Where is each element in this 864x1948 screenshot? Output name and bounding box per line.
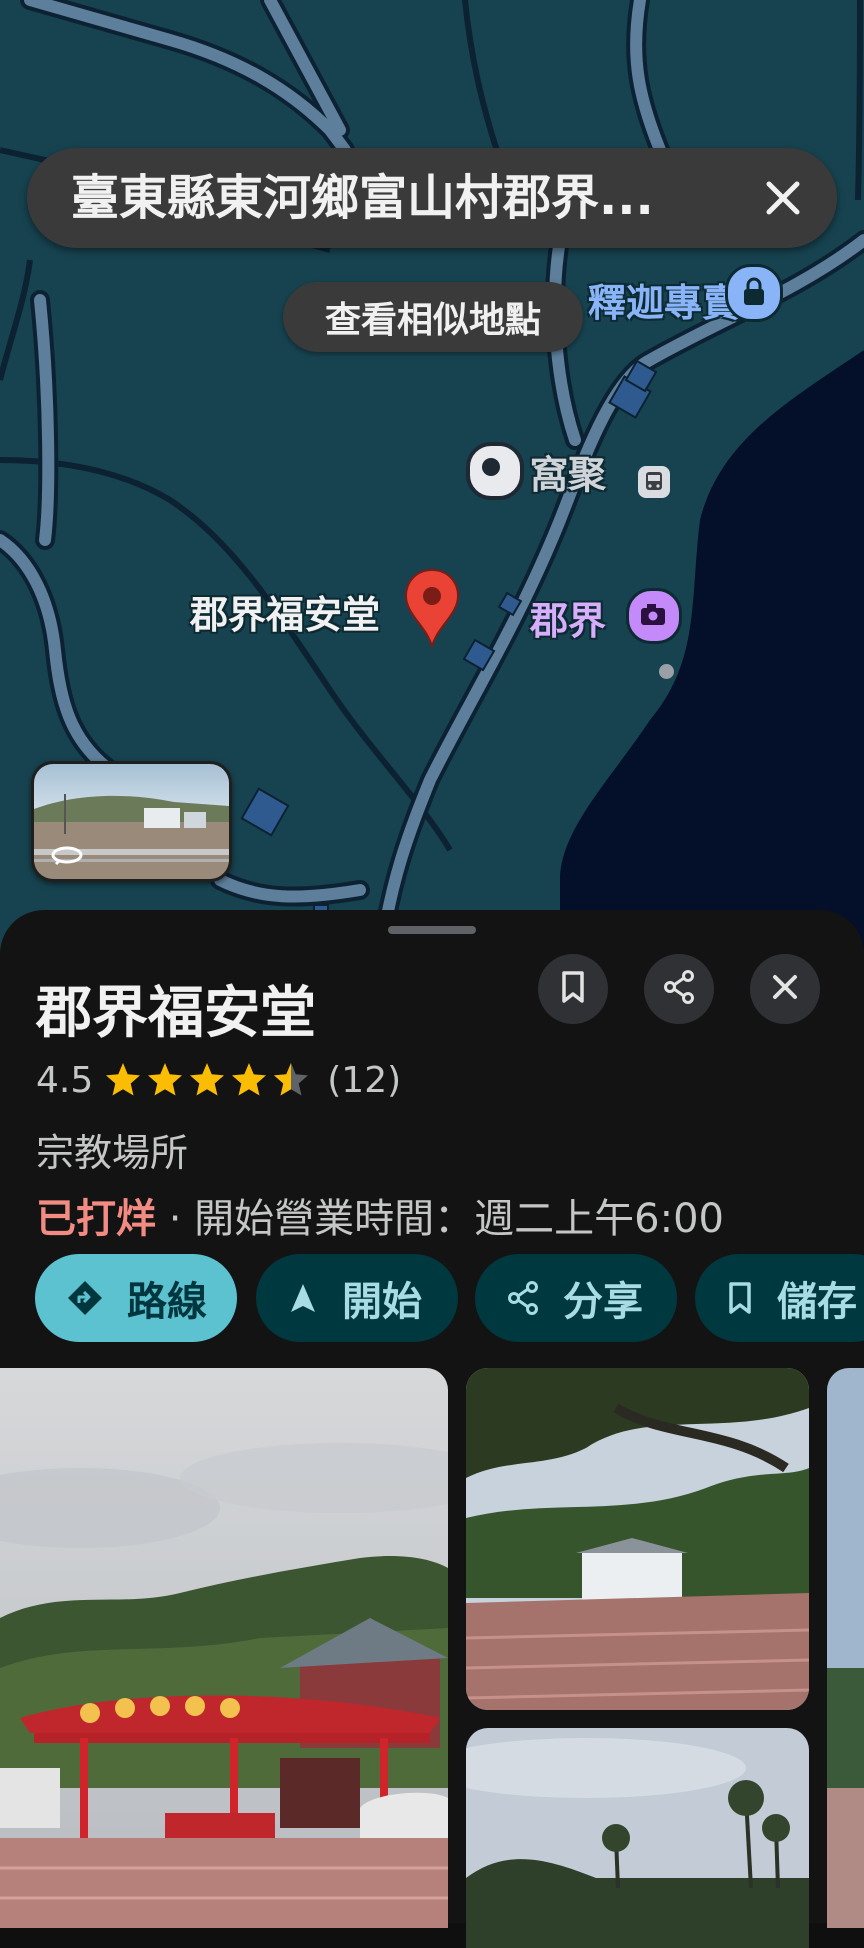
star-icons	[106, 1063, 309, 1096]
directions-button[interactable]: 路線	[35, 1254, 237, 1342]
directions-label: 路線	[127, 1279, 207, 1325]
photo-palms[interactable]	[466, 1728, 809, 1948]
place-category: 宗教場所	[36, 1131, 189, 1175]
opening-hours: · 開始營業時間：週二上午6:00	[156, 1196, 724, 1242]
photo-yard[interactable]	[466, 1368, 809, 1710]
bookmark-icon	[729, 1282, 751, 1314]
rating-row[interactable]: 4.5 (12)	[36, 1052, 401, 1108]
red-pin-icon[interactable]	[404, 568, 460, 650]
close-sheet-button[interactable]	[750, 954, 820, 1024]
bookmark-icon	[558, 970, 588, 1008]
action-chips: 路線 開始 分享 儲存	[35, 1254, 864, 1344]
search-input[interactable]: 臺東縣東河鄉富山村郡界...	[71, 168, 731, 228]
map-label-wojv[interactable]: 窩聚	[530, 444, 606, 499]
rating-stars	[103, 1060, 315, 1100]
share-icon	[508, 1281, 538, 1315]
map-label-scenic[interactable]: 郡界	[530, 590, 606, 645]
photo-partial[interactable]	[827, 1368, 864, 1928]
map-label-shop[interactable]: 釋迦專賣	[588, 272, 740, 327]
share-button[interactable]: 分享	[475, 1254, 677, 1342]
place-marker-icon[interactable]	[466, 442, 524, 500]
place-title: 郡界福安堂	[36, 981, 316, 1046]
share-round-button[interactable]	[644, 954, 714, 1024]
rating-value: 4.5	[36, 1059, 94, 1101]
map-view[interactable]: 臺東縣東河鄉富山村郡界... 釋迦專賣 查看相似地點 窩聚 郡界福安堂 郡界	[0, 0, 864, 960]
review-count: (12)	[327, 1059, 402, 1101]
camera-icon[interactable]	[626, 588, 682, 644]
similar-places-chip[interactable]: 查看相似地點	[283, 282, 583, 352]
share-label: 分享	[563, 1279, 643, 1325]
save-label: 儲存	[777, 1279, 857, 1325]
close-icon[interactable]	[757, 172, 809, 224]
place-details-sheet: 郡界福安堂 4.5 (12) 宗教場所 已打烊 · 開始營業時間：週二上午6:0…	[0, 910, 864, 1948]
share-icon	[661, 969, 697, 1009]
map-dot	[659, 664, 674, 679]
photo-temple[interactable]	[0, 1368, 448, 1928]
shopping-bag-icon[interactable]	[725, 264, 783, 322]
hours-row[interactable]: 已打烊 · 開始營業時間：週二上午6:00	[36, 1186, 724, 1244]
street-view-icon	[50, 844, 84, 870]
navigation-arrow-icon	[291, 1284, 315, 1312]
map-label-pin-place[interactable]: 郡界福安堂	[190, 584, 380, 639]
close-icon	[769, 971, 801, 1007]
directions-icon	[68, 1281, 102, 1315]
street-view-thumbnail[interactable]	[31, 761, 232, 882]
open-status: 已打烊	[36, 1196, 156, 1242]
drag-handle[interactable]	[388, 926, 476, 934]
save-round-button[interactable]	[538, 954, 608, 1024]
bus-stop-icon[interactable]	[638, 466, 670, 498]
start-label: 開始	[342, 1279, 422, 1325]
search-bar[interactable]: 臺東縣東河鄉富山村郡界...	[27, 148, 837, 248]
start-button[interactable]: 開始	[256, 1254, 458, 1342]
save-button[interactable]: 儲存	[695, 1254, 864, 1342]
